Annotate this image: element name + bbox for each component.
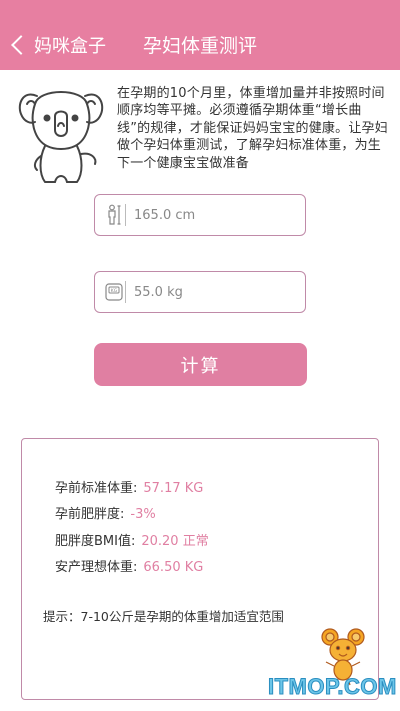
result-label: 肥胖度BMI值:: [55, 534, 136, 549]
intro-text: 在孕期的10个月里，体重增加量并非按照时间顺序均等平摊。必须遵循孕期体重“增长曲…: [117, 86, 388, 171]
field-divider: [125, 281, 126, 303]
calculate-button[interactable]: 计算: [94, 343, 307, 386]
scale-kg-icon: KG: [105, 281, 123, 303]
result-value: 57.17 KG: [143, 481, 204, 496]
field-divider: [125, 204, 126, 226]
result-label: 安产理想体重:: [55, 560, 138, 575]
result-row: 安产理想体重: 66.50 KG: [55, 556, 203, 575]
weight-field[interactable]: KG: [94, 271, 306, 313]
height-input[interactable]: [134, 207, 294, 223]
result-value: 20.20 正常: [141, 534, 209, 549]
watermark-text: ITMOP.COM: [268, 674, 397, 700]
result-label: 孕前标准体重:: [55, 481, 138, 496]
result-row: 孕前标准体重: 57.17 KG: [55, 477, 203, 496]
person-height-icon: [105, 204, 123, 226]
result-row: 孕前肥胖度: -3%: [55, 503, 156, 522]
tip-text: 提示：7-10公斤是孕期的体重增加适宜范围: [43, 609, 284, 624]
page-title: 孕妇体重测评: [142, 35, 257, 57]
koala-illustration: [18, 91, 104, 183]
nav-bar: 妈咪盒子 孕妇体重测评: [0, 0, 400, 70]
result-label: 孕前肥胖度:: [55, 507, 125, 522]
weight-input[interactable]: [134, 284, 294, 300]
result-value: 66.50 KG: [143, 560, 204, 575]
result-row: 肥胖度BMI值: 20.20 正常: [55, 530, 209, 549]
result-value: -3%: [130, 507, 156, 522]
svg-text:KG: KG: [111, 288, 118, 294]
height-field[interactable]: [94, 194, 306, 236]
